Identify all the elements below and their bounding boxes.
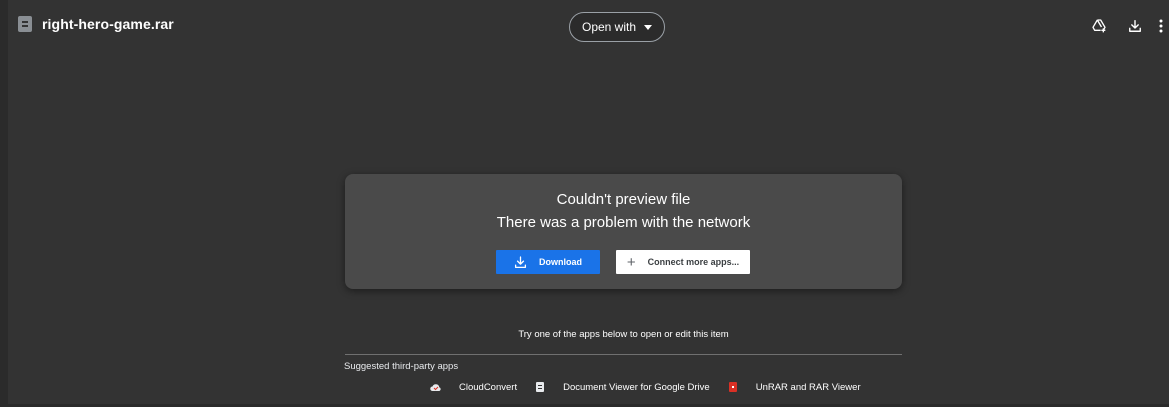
left-edge [0,0,8,407]
preview-error-card: Couldn't preview file There was a proble… [345,174,902,289]
download-button[interactable] [1117,16,1153,36]
add-to-drive-icon [1092,19,1106,33]
add-to-drive-button[interactable] [1081,16,1117,36]
open-with-label: Open with [581,20,637,34]
suggested-apps-label: Suggested third-party apps [344,361,459,372]
app-cloudconvert[interactable]: CloudConvert [430,381,517,393]
plus-icon: + [626,253,636,271]
chevron-down-icon [644,25,653,30]
top-actions [1081,16,1169,36]
app-name: UnRAR and RAR Viewer [755,381,861,393]
more-options-button[interactable] [1153,16,1169,36]
app-unrar-viewer[interactable]: UnRAR and RAR Viewer [727,381,861,393]
connect-label: Connect more apps... [647,257,740,267]
document-viewer-icon [534,381,546,393]
app-document-viewer[interactable]: Document Viewer for Google Drive [534,381,710,393]
file-title: right-hero-game.rar [18,16,174,32]
suggested-apps-list: CloudConvert Document Viewer for Google … [430,381,861,393]
open-with-button[interactable]: Open with [569,12,665,42]
app-name: Document Viewer for Google Drive [563,381,710,393]
apps-prompt: Try one of the apps below to open or edi… [518,329,729,340]
download-label: Download [539,257,582,267]
cloudconvert-icon [430,381,442,393]
download-icon [1129,20,1141,32]
archive-file-icon [18,16,32,32]
divider [345,354,902,355]
connect-more-apps-button[interactable]: + Connect more apps... [616,250,750,274]
error-message: There was a problem with the network [496,214,751,231]
unrar-icon [727,381,739,393]
download-icon [514,255,527,268]
download-file-button[interactable]: Download [496,250,600,274]
error-title: Couldn't preview file [556,191,691,208]
drive-preview-page: right-hero-game.rar Open with Couldn't p… [0,0,1169,407]
file-name: right-hero-game.rar [42,16,174,32]
app-name: CloudConvert [459,381,518,393]
more-vert-icon [1159,19,1163,33]
